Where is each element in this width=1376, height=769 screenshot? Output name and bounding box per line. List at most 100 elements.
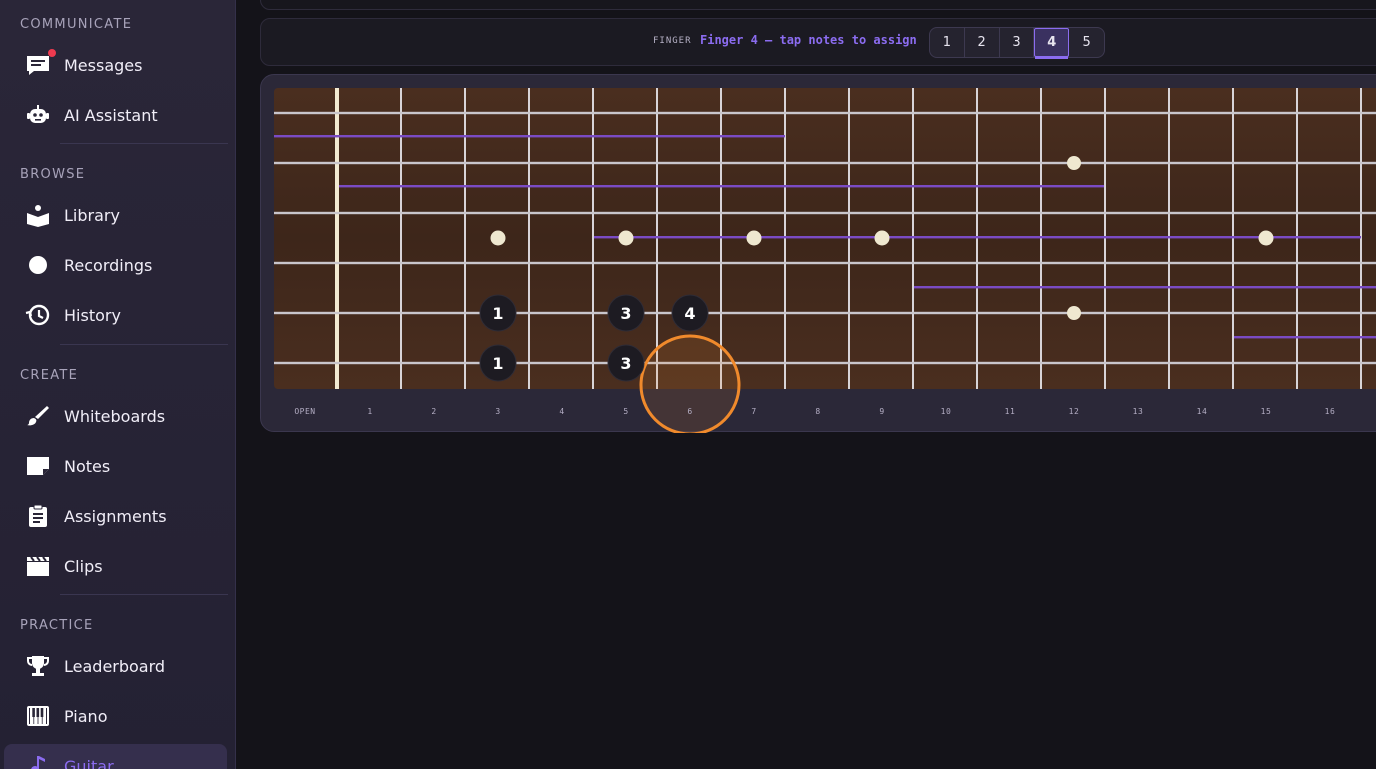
sidebar-item-assignments[interactable]: Assignments: [4, 494, 227, 538]
finger-button-2[interactable]: 2: [965, 28, 1000, 57]
sidebar-item-clips[interactable]: Clips: [4, 544, 227, 588]
fret-number-label: 9: [879, 407, 884, 416]
sidebar-item-piano[interactable]: Piano: [4, 694, 227, 738]
finger-button-5[interactable]: 5: [1069, 28, 1104, 57]
string-4: [274, 261, 1376, 265]
sidebar-item-label: Clips: [64, 556, 103, 576]
fret-number-label: 7: [751, 407, 756, 416]
sidebar-item-label: Guitar: [64, 756, 114, 769]
fret-wire: [1040, 88, 1042, 389]
sidebar-item-label: Whiteboards: [64, 406, 166, 426]
clipboard-icon: [25, 504, 51, 528]
sidebar-item-guitar[interactable]: Guitar: [4, 744, 227, 769]
fret-number-label: 15: [1261, 407, 1272, 416]
string-6: [274, 361, 1376, 365]
robot-icon: [25, 103, 51, 127]
note-icon: [25, 454, 51, 478]
sidebar-item-label: Assignments: [64, 506, 167, 526]
fret-number-label: 10: [941, 407, 952, 416]
fret-number-label: 16: [1325, 407, 1336, 416]
sidebar-item-label: Messages: [64, 55, 143, 75]
string-3: [274, 211, 1376, 215]
fret-wire: [720, 88, 722, 389]
sidebar-divider: [60, 344, 228, 345]
sidebar-item-ai-assistant[interactable]: AI Assistant: [4, 93, 227, 137]
fret-wire: [592, 88, 594, 389]
sidebar: COMMUNICATE Messages AI Assistant BROWSE Lib…: [0, 0, 236, 769]
fret-wire: [1168, 88, 1170, 389]
fret-wire: [400, 88, 402, 389]
finger-note-label: 1: [492, 354, 503, 373]
finger-button-group: 12345: [929, 27, 1105, 59]
brush-icon: [25, 404, 51, 428]
sidebar-divider: [60, 594, 228, 595]
sidebar-item-recordings[interactable]: Recordings: [4, 243, 227, 287]
sidebar-item-label: Notes: [64, 456, 111, 476]
finger-note-label: 3: [620, 354, 631, 373]
sidebar-item-whiteboards[interactable]: Whiteboards: [4, 394, 227, 438]
sidebar-item-label: History: [64, 305, 121, 325]
fret-number-label: 2: [431, 407, 436, 416]
sidebar-item-notes[interactable]: Notes: [4, 444, 227, 488]
section-label-browse: BROWSE: [20, 167, 86, 182]
sidebar-divider: [60, 143, 228, 144]
fretboard-wood: [274, 88, 1376, 389]
fret-wire: [1232, 88, 1234, 389]
scale-line: [914, 286, 1376, 289]
inlay-dot: [746, 230, 762, 246]
fret-number-label: 12: [1069, 407, 1080, 416]
top-panel: [260, 0, 1376, 10]
string-2: [274, 161, 1376, 165]
inlay-dot: [618, 230, 634, 246]
finger-note-label: 1: [492, 304, 503, 323]
record-icon: [25, 253, 51, 277]
fret-number-label: OPEN: [294, 407, 315, 416]
fretboard[interactable]: 1 3 41 3OPEN 1 2 3 4 5 6 7 8 9 10 11 12 13 14 15 16: [261, 75, 1376, 433]
fret-number-label: 11: [1005, 407, 1016, 416]
book-icon: [25, 203, 51, 227]
music-note-icon: [25, 754, 51, 769]
finger-note-label: 3: [620, 304, 631, 323]
fret-number-label: 8: [815, 407, 820, 416]
trophy-icon: [25, 654, 51, 678]
finger-selector-bar: FINGER Finger 4 — tap notes to assign 12…: [260, 18, 1376, 66]
string-1: [274, 111, 1376, 115]
section-label-communicate: COMMUNICATE: [20, 17, 133, 32]
finger-button-3[interactable]: 3: [1000, 28, 1035, 57]
fret-wire: [1296, 88, 1298, 389]
fret-wire: [1360, 88, 1362, 389]
fret-wire: [656, 88, 658, 389]
sidebar-item-history[interactable]: History: [4, 293, 227, 337]
inlay-dot: [874, 230, 890, 246]
nut: [335, 88, 339, 389]
inlay-dot: [490, 230, 506, 246]
fret-wire: [1104, 88, 1106, 389]
fret-wire: [464, 88, 466, 389]
scale-line: [1234, 336, 1376, 339]
fretboard-panel: 1 3 4 1 3 OPEN 1 2 3 4 5 6 7 8 9 10 11 12 13 14 15 16: [260, 74, 1376, 433]
finger-hint: Finger 4 — tap notes to assign: [700, 33, 917, 47]
fret-wire: [528, 88, 530, 389]
scale-line: [274, 135, 785, 138]
fret-wire: [976, 88, 978, 389]
sidebar-item-messages[interactable]: Messages: [4, 43, 227, 87]
tap-highlight-ring: [639, 334, 741, 433]
finger-tag: FINGER: [653, 36, 692, 46]
sidebar-item-label: Library: [64, 205, 120, 225]
fret-number-label: 3: [495, 407, 500, 416]
sidebar-item-library[interactable]: Library: [4, 193, 227, 237]
scale-line: [594, 236, 1361, 239]
sidebar-item-label: Leaderboard: [64, 656, 166, 676]
inlay-dot: [1067, 156, 1081, 170]
inlay-dot: [1067, 306, 1081, 320]
section-label-create: CREATE: [20, 368, 79, 383]
section-label-practice: PRACTICE: [20, 618, 94, 633]
fret-wire: [912, 88, 914, 389]
finger-button-4[interactable]: 4: [1034, 28, 1070, 59]
sidebar-item-label: Recordings: [64, 255, 153, 275]
fret-wire: [848, 88, 850, 389]
sidebar-item-leaderboard[interactable]: Leaderboard: [4, 644, 227, 688]
finger-button-1[interactable]: 1: [930, 28, 965, 57]
string-5: [274, 311, 1376, 315]
inlay-dot: [1258, 230, 1274, 246]
